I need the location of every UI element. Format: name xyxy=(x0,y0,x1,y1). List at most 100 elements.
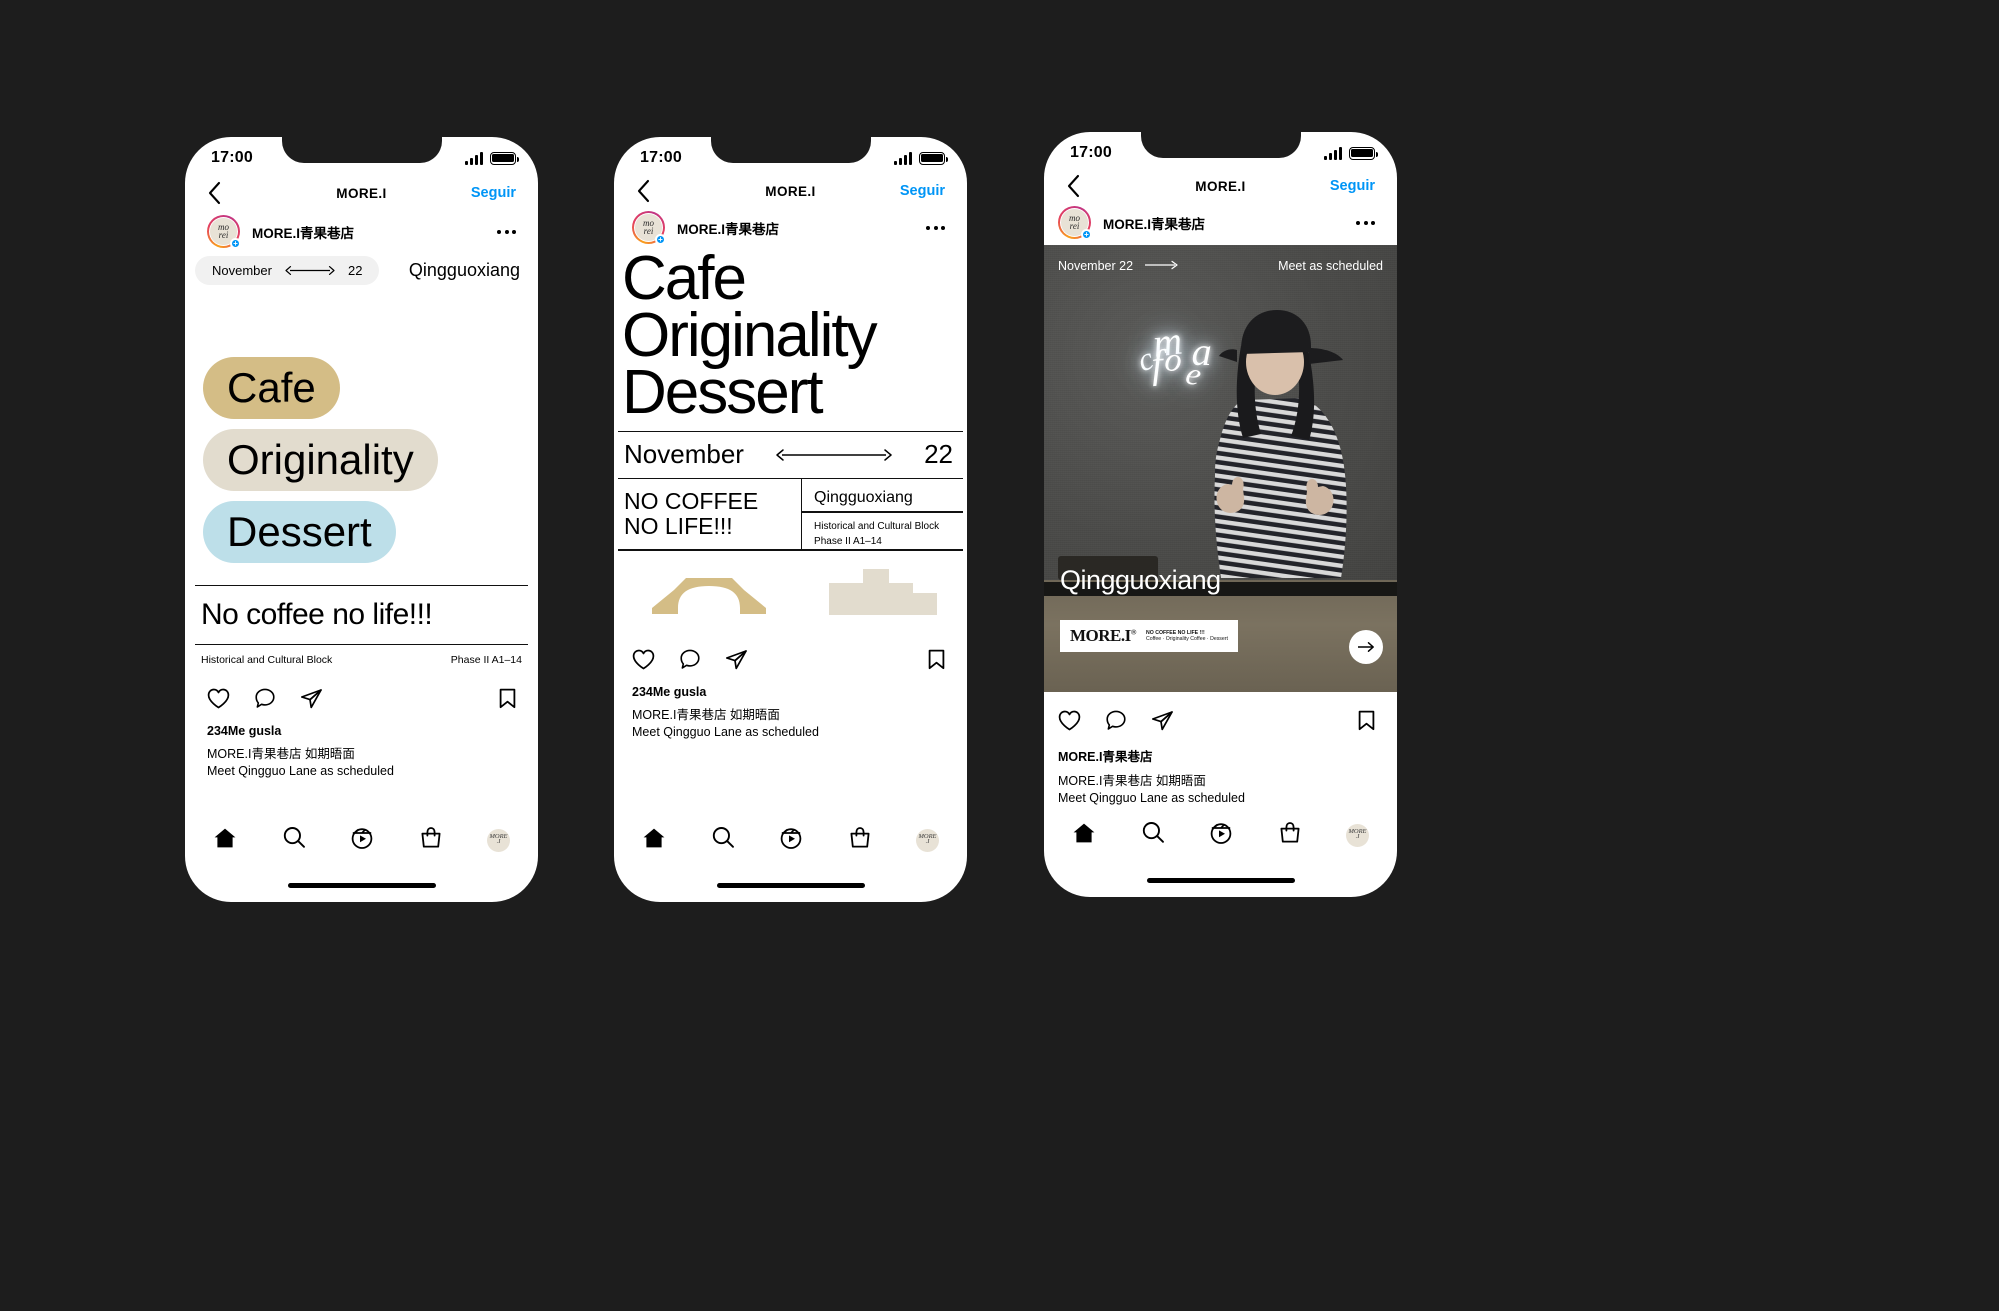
post-caption: MORE.I青果巷店 如期晤面 Meet Qingguo Lane as sch… xyxy=(1044,765,1397,807)
save-icon[interactable] xyxy=(928,649,945,675)
account-name[interactable]: MORE.I青果巷店 xyxy=(252,222,354,242)
logo-mark: MORE.I® xyxy=(1070,626,1136,646)
more-options-icon[interactable] xyxy=(926,225,945,230)
tab-search[interactable] xyxy=(711,826,735,854)
comment-icon[interactable] xyxy=(679,649,701,675)
share-icon[interactable] xyxy=(725,649,748,675)
post-caption: MORE.I青果巷店 如期晤面 Meet Qingguo Lane as sch… xyxy=(614,699,967,741)
nav-bar: MORE.I Seguir xyxy=(185,167,538,215)
post-media-1: November 22 Qingguoxiang Cafe Originalit… xyxy=(185,256,538,666)
date-day: 22 xyxy=(347,263,363,278)
tab-profile[interactable]: MORE .I xyxy=(487,828,510,852)
pill-cafe-label: Cafe xyxy=(227,364,316,411)
post-caption: MORE.I青果巷店 如期晤面 Meet Qingguo Lane as sch… xyxy=(185,738,538,780)
avatar[interactable]: mo rei + xyxy=(632,211,666,245)
logo-registered-mark: ® xyxy=(1130,627,1137,637)
tab-home[interactable] xyxy=(213,827,237,854)
back-button[interactable] xyxy=(1066,174,1081,198)
follow-button[interactable]: Seguir xyxy=(471,185,516,201)
caption-line-1: MORE.I青果巷店 如期晤面 xyxy=(632,707,780,722)
account-name[interactable]: MORE.I青果巷店 xyxy=(1103,213,1205,233)
arch-shape-icon xyxy=(652,577,767,614)
more-options-icon[interactable] xyxy=(1356,220,1375,225)
tab-profile[interactable]: MORE .I xyxy=(916,828,939,852)
left-right-arrow-icon xyxy=(744,448,924,462)
tab-shop[interactable] xyxy=(1278,821,1302,849)
left-right-arrow-icon xyxy=(284,265,336,276)
tab-profile[interactable]: MORE .I xyxy=(1346,823,1369,847)
more-options-icon[interactable] xyxy=(497,229,516,234)
like-icon[interactable] xyxy=(207,688,230,714)
follow-button[interactable]: Seguir xyxy=(1330,178,1375,194)
tab-reels[interactable] xyxy=(779,826,803,854)
post-meta: Historical and Cultural Block Phase II A… xyxy=(195,645,528,666)
save-icon[interactable] xyxy=(1358,710,1375,736)
tab-reels[interactable] xyxy=(350,826,374,854)
post-actions xyxy=(1044,692,1397,736)
pill-originality: Originality xyxy=(203,429,438,491)
tab-home[interactable] xyxy=(642,827,666,854)
avatar[interactable]: mo rei + xyxy=(1058,206,1092,240)
tab-search[interactable] xyxy=(1141,821,1165,849)
logo-line-2: Coffee · Originality Coffee · Dessert xyxy=(1145,636,1228,642)
meta-left: Historical and Cultural Block xyxy=(201,654,333,667)
phone-notch xyxy=(710,137,871,163)
post-header: mo rei + MORE.I青果巷店 xyxy=(185,215,538,256)
share-icon[interactable] xyxy=(1151,710,1174,736)
headline-2: Originality xyxy=(622,301,878,371)
tab-search[interactable] xyxy=(282,826,306,854)
likes-count: MORE.I青果巷店 xyxy=(1058,750,1153,764)
screenshot-canvas: 17:00 MORE.I Seguir mo rei + MORE.I青果巷店 … xyxy=(0,0,1999,1311)
avatar[interactable]: mo rei + xyxy=(207,215,241,249)
arrow-right-icon xyxy=(1357,642,1374,652)
phone-1: 17:00 MORE.I Seguir mo rei + MORE.I青果巷店 … xyxy=(185,137,538,902)
place-meta: Historical and Cultural Block Phase II A… xyxy=(802,513,963,549)
page-title: MORE.I xyxy=(1195,178,1246,194)
caption-line-2: Meet Qingguo Lane as scheduled xyxy=(1058,790,1245,805)
add-story-badge[interactable]: + xyxy=(655,234,666,245)
add-story-badge[interactable]: + xyxy=(1081,229,1092,240)
post-header: mo rei + MORE.I青果巷店 xyxy=(1044,206,1397,245)
home-indicator xyxy=(716,883,865,888)
date-row: November 22 xyxy=(618,432,963,478)
follow-button[interactable]: Seguir xyxy=(900,183,945,199)
caption-line-2: Meet Qingguo Lane as scheduled xyxy=(632,724,819,739)
date-month: November xyxy=(624,439,744,470)
slogan-line-2: NO LIFE!!! xyxy=(624,513,733,540)
phone-notch xyxy=(1140,132,1301,158)
tab-shop[interactable] xyxy=(848,826,872,854)
page-title: MORE.I xyxy=(336,185,387,201)
building-shape-icon xyxy=(828,568,937,615)
like-icon[interactable] xyxy=(1058,710,1081,736)
next-slide-button[interactable] xyxy=(1349,630,1383,664)
info-split: NO COFFEE NO LIFE!!! Qingguoxiang Histor… xyxy=(618,479,963,550)
comment-icon[interactable] xyxy=(254,688,276,714)
meta-right: Phase II A1–14 xyxy=(450,654,522,667)
status-time: 17:00 xyxy=(1070,144,1112,161)
back-button[interactable] xyxy=(636,179,651,203)
place-label: Qingguoxiang xyxy=(814,489,913,507)
account-name[interactable]: MORE.I青果巷店 xyxy=(677,218,779,238)
right-arrow-icon xyxy=(1145,259,1179,273)
person-photo xyxy=(1214,310,1347,578)
place-label: Qingguoxiang xyxy=(408,260,520,280)
signal-icon xyxy=(465,151,483,165)
tab-reels[interactable] xyxy=(1209,821,1233,849)
back-button[interactable] xyxy=(207,181,222,205)
page-title: MORE.I xyxy=(765,183,816,199)
comment-icon[interactable] xyxy=(1105,710,1127,736)
pill-originality-label: Originality xyxy=(227,436,414,483)
share-icon[interactable] xyxy=(300,688,323,714)
home-indicator xyxy=(1146,878,1295,883)
like-icon[interactable] xyxy=(632,649,655,675)
save-icon[interactable] xyxy=(499,688,516,714)
phone-2: 17:00 MORE.I Seguir mo rei + MORE.I青果巷店 … xyxy=(614,137,967,902)
pill-dessert: Dessert xyxy=(203,501,396,563)
post-media-2: Cafe Originality Dessert November 22 NO … xyxy=(614,247,967,629)
tab-home[interactable] xyxy=(1072,822,1096,849)
add-story-badge[interactable]: + xyxy=(230,238,241,249)
battery-icon xyxy=(490,151,520,165)
post-actions xyxy=(185,666,538,714)
tab-shop[interactable] xyxy=(419,826,443,854)
post-media-3[interactable]: November 22 Meet as scheduled cm a foe Q… xyxy=(1044,245,1397,692)
